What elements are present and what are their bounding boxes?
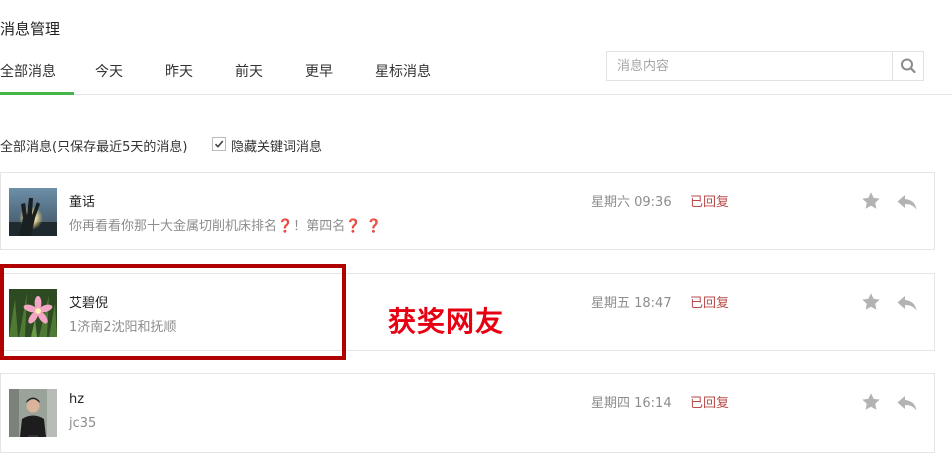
sender-name[interactable]: hz	[69, 392, 84, 407]
tab-day-before[interactable]: 前天	[232, 56, 266, 92]
reply-icon	[897, 396, 917, 411]
winner-annotation: 获奖网友	[388, 305, 505, 338]
message-time: 星期四 16:14	[591, 396, 672, 411]
star-icon	[862, 293, 880, 310]
checkmark-icon	[214, 140, 224, 148]
reply-status: 已回复	[690, 296, 730, 311]
search-button[interactable]	[892, 52, 923, 80]
tab-yesterday[interactable]: 昨天	[162, 56, 196, 92]
star-button[interactable]	[860, 190, 882, 212]
tab-today[interactable]: 今天	[92, 56, 126, 92]
star-button[interactable]	[860, 291, 882, 313]
page-title: 消息管理	[0, 20, 61, 38]
hide-keyword-checkbox[interactable]	[212, 137, 226, 151]
star-icon	[862, 393, 880, 410]
star-button[interactable]	[860, 391, 882, 413]
avatar[interactable]	[9, 188, 57, 236]
message-item: hz jc35 星期四 16:14 已回复	[0, 373, 935, 453]
message-time: 星期五 18:47	[591, 296, 672, 311]
tab-earlier[interactable]: 更早	[302, 56, 336, 92]
reply-button[interactable]	[896, 393, 918, 413]
hide-keyword-label: 隐藏关键词消息	[231, 140, 323, 155]
reply-icon	[897, 195, 917, 210]
reply-button[interactable]	[896, 192, 918, 212]
message-time: 星期六 09:36	[591, 195, 672, 210]
tab-starred[interactable]: 星标消息	[373, 56, 433, 92]
reply-icon	[897, 296, 917, 311]
message-text: 你再看看你那十大金属切削机床排名❓！第四名❓ ❓	[69, 219, 382, 234]
tab-all-messages[interactable]: 全部消息	[0, 56, 74, 95]
message-filter-label: 全部消息(只保存最近5天的消息)	[0, 140, 188, 155]
search-input[interactable]	[607, 52, 893, 80]
message-item: 童话 你再看看你那十大金属切削机床排名❓！第四名❓ ❓ 星期六 09:36 已回…	[0, 172, 935, 250]
star-icon	[862, 192, 880, 209]
reply-status: 已回复	[690, 195, 730, 210]
sender-name[interactable]: 童话	[69, 191, 95, 210]
reply-button[interactable]	[896, 293, 918, 313]
search-icon	[901, 58, 916, 74]
highlight-box	[0, 264, 346, 360]
message-text: jc35	[69, 416, 97, 431]
reply-status: 已回复	[690, 396, 730, 411]
search-box	[606, 51, 924, 81]
avatar[interactable]	[9, 389, 57, 437]
